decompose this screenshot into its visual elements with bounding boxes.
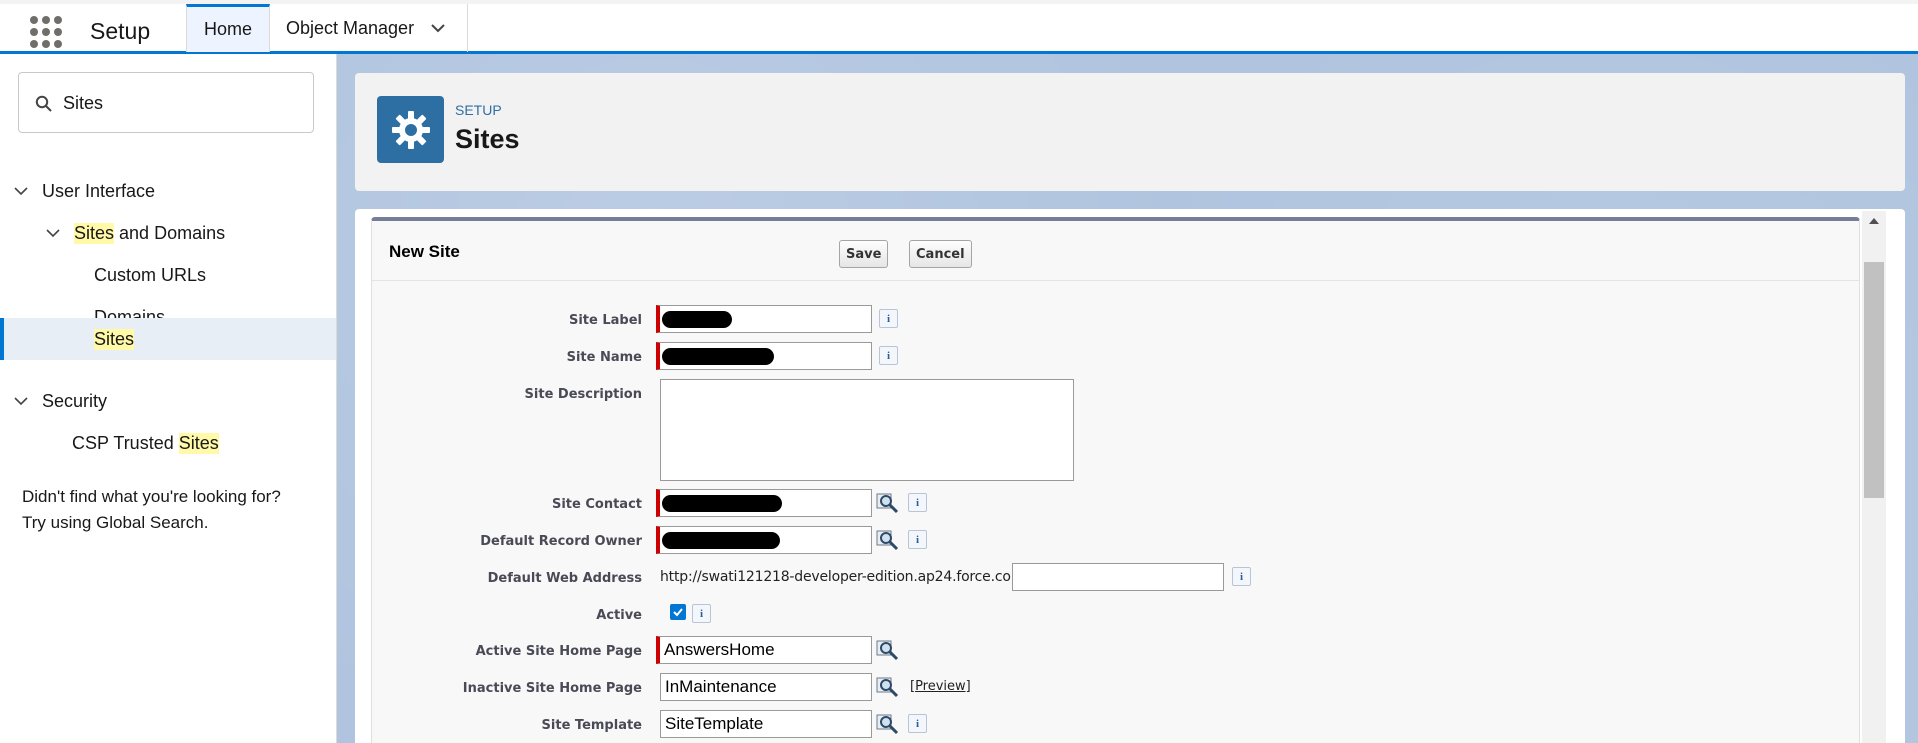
sidebar-item-label: Custom URLs <box>94 264 207 285</box>
quick-find-input[interactable] <box>63 87 293 119</box>
content-card: New Site Save Cancel Site Label i Site N… <box>355 209 1905 743</box>
info-icon[interactable]: i <box>908 714 927 733</box>
search-match-highlight: Sites <box>74 222 115 244</box>
help-text-line: Try using Global Search. <box>22 513 209 532</box>
field-label: Site Template <box>541 718 642 733</box>
site-name-input[interactable] <box>656 342 872 370</box>
site-template-input[interactable]: SiteTemplate <box>660 710 872 738</box>
info-icon[interactable]: i <box>908 530 927 549</box>
sidebar-item-security[interactable]: Security <box>12 381 107 421</box>
active-row: Active i <box>372 600 1859 630</box>
site-label-row: Site Label i <box>372 305 1859 335</box>
info-icon[interactable]: i <box>1232 567 1251 586</box>
setup-sidebar: User Interface Sites and Domains Custom … <box>0 54 337 743</box>
field-label: Site Contact <box>551 497 642 512</box>
sidebar-item-sites[interactable]: Sites <box>0 318 336 360</box>
sidebar-item-sites-and-domains[interactable]: Sites and Domains <box>44 213 225 253</box>
chevron-down-icon <box>46 229 60 238</box>
field-label: Default Record Owner <box>480 534 642 549</box>
scrollbar-thumb[interactable] <box>1864 262 1884 498</box>
lookup-icon[interactable] <box>876 491 900 515</box>
tab-home-label: Home <box>203 19 252 39</box>
redacted-value <box>662 311 732 328</box>
form-header: New Site Save Cancel <box>372 221 1859 281</box>
global-header: Setup Home Object Manager <box>0 0 1918 54</box>
web-address-suffix-input[interactable] <box>1012 563 1224 591</box>
info-icon[interactable]: i <box>908 493 927 512</box>
site-contact-input[interactable] <box>656 489 872 517</box>
field-label: Default Web Address <box>487 571 642 586</box>
info-icon[interactable]: i <box>692 604 711 623</box>
default-web-address-row: Default Web Address http://swati121218-d… <box>372 563 1859 593</box>
scroll-up-arrow-icon[interactable] <box>1868 216 1880 226</box>
redacted-value <box>662 532 780 549</box>
site-template-row: Site Template SiteTemplate i <box>372 710 1859 740</box>
lookup-icon[interactable] <box>876 638 900 662</box>
sidebar-item-label: User Interface <box>42 180 156 201</box>
field-label: Active <box>596 608 642 623</box>
redacted-value <box>662 348 774 365</box>
active-checkbox[interactable] <box>670 604 686 620</box>
save-button[interactable]: Save <box>839 240 889 268</box>
search-match-highlight: Sites <box>178 432 219 454</box>
app-name: Setup <box>90 18 151 44</box>
tab-object-manager[interactable]: Object Manager <box>270 4 468 52</box>
sidebar-item-label: Security <box>42 390 108 411</box>
sidebar-item-csp-trusted-sites[interactable]: CSP Trusted Sites <box>72 423 219 463</box>
sidebar-item-label: and Domains <box>114 222 226 243</box>
active-home-page-input[interactable]: AnswersHome <box>656 636 872 664</box>
field-label: Site Description <box>524 387 642 402</box>
quick-find-box[interactable] <box>18 72 314 133</box>
sidebar-item-user-interface[interactable]: User Interface <box>12 171 155 211</box>
info-icon[interactable]: i <box>879 346 898 365</box>
page-title: Sites <box>455 124 520 154</box>
app-launcher-icon[interactable] <box>30 16 62 48</box>
default-record-owner-input[interactable] <box>656 526 872 554</box>
chevron-down-icon <box>14 187 28 196</box>
search-icon <box>35 95 52 112</box>
field-label: Site Label <box>568 313 642 328</box>
cancel-button[interactable]: Cancel <box>909 240 972 268</box>
site-description-row: Site Description <box>372 379 1859 483</box>
active-home-page-row: Active Site Home Page AnswersHome <box>372 636 1859 666</box>
preview-link[interactable]: [Preview] <box>910 679 971 694</box>
site-description-textarea[interactable] <box>660 379 1074 481</box>
inactive-home-page-row: Inactive Site Home Page InMaintenance [P… <box>372 673 1859 703</box>
page-eyebrow: SETUP <box>455 102 502 118</box>
field-label: Site Name <box>566 350 642 365</box>
chevron-down-icon <box>14 397 28 406</box>
search-help-text: Didn't find what you're looking for? Try… <box>22 484 322 536</box>
inactive-home-page-input[interactable]: InMaintenance <box>660 673 872 701</box>
tab-home[interactable]: Home <box>186 4 270 52</box>
new-site-form: New Site Save Cancel Site Label i Site N… <box>371 217 1860 743</box>
search-match-highlight: Sites <box>94 328 135 350</box>
web-address-prefix: http://swati121218-developer-edition.ap2… <box>660 569 1029 585</box>
field-label: Inactive Site Home Page <box>462 681 642 696</box>
info-icon[interactable]: i <box>879 309 898 328</box>
field-label: Active Site Home Page <box>475 644 642 659</box>
checkmark-icon <box>673 608 683 617</box>
help-text-line: Didn't find what you're looking for? <box>22 487 281 506</box>
default-record-owner-row: Default Record Owner i <box>372 526 1859 556</box>
tab-object-manager-label: Object Manager <box>286 17 415 38</box>
redacted-value <box>662 495 782 512</box>
sidebar-item-label: CSP Trusted <box>72 432 179 453</box>
lookup-icon[interactable] <box>876 528 900 552</box>
form-title: New Site <box>389 242 460 261</box>
site-name-row: Site Name i <box>372 342 1859 372</box>
lookup-icon[interactable] <box>876 712 900 736</box>
chevron-down-icon[interactable] <box>428 18 448 38</box>
site-contact-row: Site Contact i <box>372 489 1859 519</box>
sidebar-item-custom-urls[interactable]: Custom URLs <box>94 255 206 295</box>
lookup-icon[interactable] <box>876 675 900 699</box>
page-header: SETUP Sites <box>355 73 1905 191</box>
gear-icon <box>377 96 444 163</box>
site-label-input[interactable] <box>656 305 872 333</box>
